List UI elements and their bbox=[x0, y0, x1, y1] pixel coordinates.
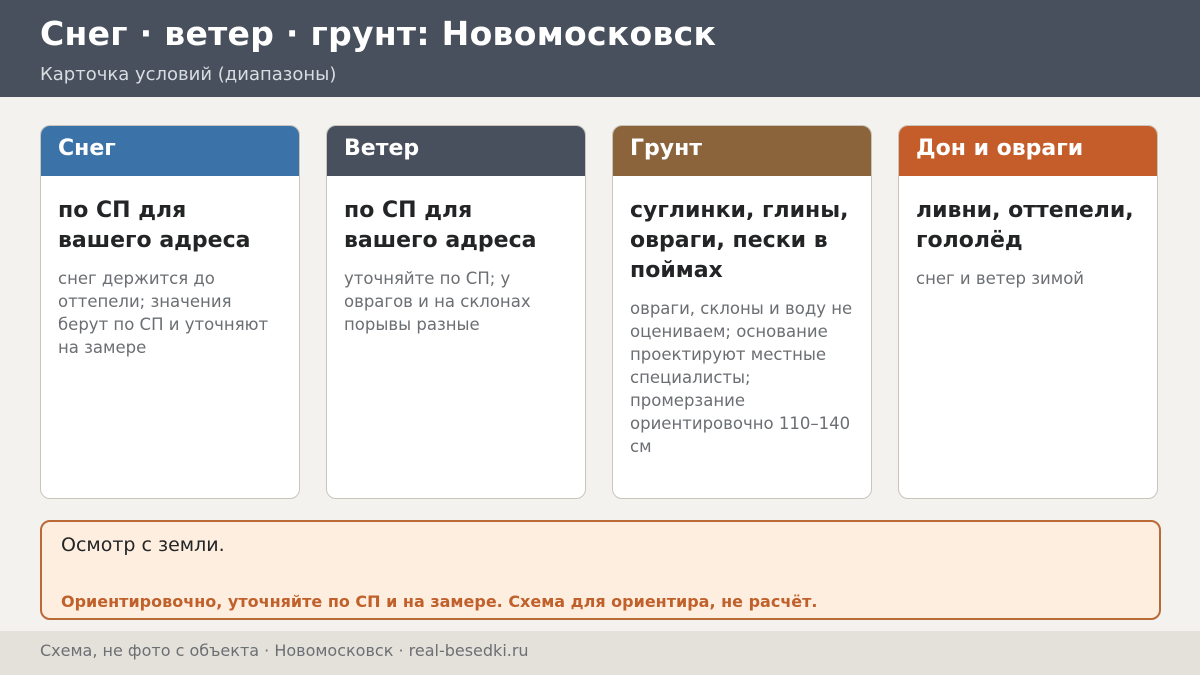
card-don-ravines-heading: Дон и овраги bbox=[899, 126, 1157, 176]
card-snow-heading: Снег bbox=[41, 126, 299, 176]
card-wind-main: по СП для вашего адреса bbox=[344, 198, 537, 253]
footer-bar: Схема, не фото с объекта · Новомосковск … bbox=[0, 631, 1200, 675]
page-title: Снег · ветер · грунт: Новомосковск bbox=[40, 14, 717, 53]
card-don-ravines-main: ливни, оттепели, гололёд bbox=[916, 198, 1134, 253]
card-soil: Грунт суглинки, глины, овраги, пески в п… bbox=[612, 125, 872, 499]
card-soil-heading: Грунт bbox=[613, 126, 871, 176]
card-wind-note: уточняйте по СП; у оврагов и на склонах … bbox=[344, 269, 531, 334]
page-subtitle: Карточка условий (диапазоны) bbox=[40, 64, 337, 85]
footer-text: Схема, не фото с объекта · Новомосковск … bbox=[40, 641, 529, 660]
card-wind: Ветер по СП для вашего адреса уточняйте … bbox=[326, 125, 586, 499]
card-wind-heading: Ветер bbox=[327, 126, 585, 176]
notice-callout: Осмотр с земли. Ориентировочно, уточняйт… bbox=[40, 520, 1161, 620]
callout-text: Осмотр с земли. bbox=[61, 534, 225, 556]
callout-warning: Ориентировочно, уточняйте по СП и на зам… bbox=[61, 592, 818, 611]
card-don-ravines-note: снег и ветер зимой bbox=[916, 269, 1085, 288]
card-don-ravines: Дон и овраги ливни, оттепели, гололёд сн… bbox=[898, 125, 1158, 499]
card-snow-note: снег держится до оттепели; значения беру… bbox=[58, 269, 269, 357]
card-soil-main: суглинки, глины, овраги, пески в поймах bbox=[630, 198, 849, 283]
card-snow: Снег по СП для вашего адреса снег держит… bbox=[40, 125, 300, 499]
card-snow-main: по СП для вашего адреса bbox=[58, 198, 251, 253]
header-bar: Снег · ветер · грунт: Новомосковск Карто… bbox=[0, 0, 1200, 97]
card-soil-note: овраги, склоны и воду не оцениваем; осно… bbox=[630, 299, 853, 456]
